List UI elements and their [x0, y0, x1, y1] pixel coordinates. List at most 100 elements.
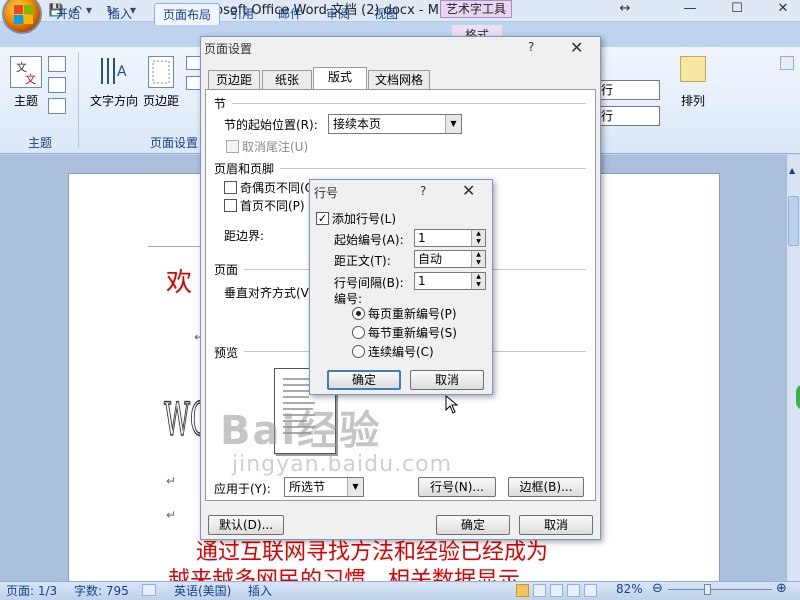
mouse-cursor-icon — [445, 394, 459, 415]
svg-text:A: A — [117, 64, 127, 80]
arrange-icon[interactable] — [680, 56, 706, 82]
restart-each-section-radio[interactable] — [352, 326, 365, 339]
print-layout-icon[interactable] — [516, 584, 529, 597]
spacing-before-field[interactable]: 行 — [596, 80, 660, 100]
svg-text:文: 文 — [16, 60, 27, 74]
spacing-after-field[interactable]: 行 — [596, 106, 660, 126]
add-line-numbers-label: 添加行号(L) — [332, 212, 397, 226]
zoom-level[interactable]: 82% — [616, 582, 643, 596]
from-edge-label: 距边界: — [224, 229, 265, 243]
line-numbers-ok-button[interactable]: 确定 — [327, 370, 401, 390]
section-heading: 节 — [214, 97, 227, 111]
text-direction-icon[interactable]: A — [96, 56, 130, 88]
tab-page-layout[interactable]: 页面布局 — [154, 3, 221, 25]
tab-home[interactable]: 开始 — [48, 3, 88, 25]
section-start-select[interactable]: 接续本页 ▼ — [328, 114, 462, 134]
from-text-input[interactable]: 自动 ▲ ▼ — [414, 250, 486, 268]
tab-mailings[interactable]: 邮件 — [270, 3, 310, 25]
tab-margins[interactable]: 页边距 — [208, 70, 260, 89]
resize-icon: ↔ — [619, 1, 631, 16]
scroll-up-icon[interactable]: ▲ — [789, 166, 799, 176]
start-at-input[interactable]: 1 ▲ ▼ — [414, 229, 486, 247]
section-start-value: 接续本页 — [333, 117, 382, 131]
zoom-slider-thumb[interactable] — [704, 584, 711, 595]
watermark-url: jingyan.baidu.com — [232, 452, 453, 477]
outline-icon[interactable] — [567, 584, 580, 597]
theme-colors-icon[interactable] — [48, 56, 66, 72]
count-by-input[interactable]: 1 ▲ ▼ — [414, 272, 486, 290]
suppress-endnotes-checkbox[interactable] — [226, 140, 239, 153]
page-heading: 页面 — [214, 263, 239, 277]
odd-even-label: 奇偶页不同(O) — [240, 181, 319, 195]
apply-to-value: 所选节 — [289, 480, 326, 494]
help-icon[interactable]: ? — [420, 184, 426, 198]
status-language[interactable]: 英语(美国) — [174, 582, 231, 599]
arrange-label[interactable]: 排列 — [674, 92, 712, 109]
close-icon[interactable]: ✕ — [570, 38, 583, 57]
add-line-numbers-checkbox[interactable]: ✓ — [316, 212, 329, 225]
tab-layout[interactable]: 版式 — [313, 67, 367, 89]
first-page-checkbox[interactable] — [224, 199, 237, 212]
theme-effects-icon[interactable] — [48, 98, 66, 114]
page-setup-title: 页面设置 — [204, 42, 253, 56]
group-label-theme: 主题 — [27, 136, 52, 150]
chevron-down-icon[interactable]: ▼ — [445, 115, 461, 133]
margins-icon[interactable] — [148, 56, 174, 88]
restart-each-section-label: 每节重新编号(S) — [368, 326, 457, 340]
cancel-button[interactable]: 取消 — [519, 515, 593, 535]
close-window-button[interactable]: ✕ — [768, 0, 798, 18]
restart-each-page-radio[interactable] — [352, 307, 365, 320]
help-icon[interactable]: ? — [528, 40, 534, 54]
from-text-label: 距正文(T): — [334, 254, 391, 268]
proofing-icon[interactable] — [142, 584, 156, 596]
line-numbers-button[interactable]: 行号(N)... — [418, 477, 496, 497]
maximize-button[interactable]: ☐ — [722, 0, 752, 18]
themes-button-label[interactable]: 主题 — [8, 92, 44, 109]
odd-even-checkbox[interactable] — [224, 181, 237, 194]
full-screen-reading-icon[interactable] — [533, 584, 546, 597]
theme-fonts-icon[interactable] — [48, 77, 66, 93]
chevron-down-icon[interactable]: ▼ — [347, 478, 363, 496]
zoom-in-icon[interactable]: ⊕ — [776, 581, 787, 596]
tab-review[interactable]: 审阅 — [318, 3, 358, 25]
status-insert-mode[interactable]: 插入 — [248, 582, 272, 599]
spinner-icon[interactable]: ▲ ▼ — [471, 273, 485, 289]
spacing-before-unit: 行 — [601, 83, 614, 97]
close-icon[interactable]: ✕ — [462, 181, 475, 200]
line-numbers-cancel-button[interactable]: 取消 — [410, 370, 484, 390]
minimize-button[interactable]: — — [675, 0, 705, 18]
spinner-icon[interactable]: ▲ ▼ — [471, 251, 485, 267]
tab-references[interactable]: 引用 — [222, 3, 262, 25]
continuous-radio[interactable] — [352, 345, 365, 358]
header-line — [148, 246, 208, 247]
tab-view[interactable]: 视图 — [366, 3, 406, 25]
count-by-value: 1 — [418, 274, 426, 288]
paragraph-mark: ↵ — [166, 508, 177, 522]
spinner-icon[interactable]: ▲ ▼ — [471, 230, 485, 246]
zoom-slider-track[interactable] — [668, 589, 772, 590]
tab-document-grid[interactable]: 文档网格 — [368, 70, 430, 89]
preview-heading: 预览 — [214, 346, 239, 360]
ok-button[interactable]: 确定 — [436, 515, 510, 535]
web-layout-icon[interactable] — [550, 584, 563, 597]
draft-icon[interactable] — [584, 584, 597, 597]
status-page[interactable]: 页面: 1/3 — [6, 582, 57, 599]
margins-label[interactable]: 页边距 — [140, 92, 182, 109]
text-direction-label[interactable]: 文字方向 — [88, 92, 140, 109]
status-word-count[interactable]: 字数: 795 — [74, 582, 129, 599]
section-start-label: 节的起始位置(R): — [224, 118, 318, 132]
start-at-label: 起始编号(A): — [334, 233, 404, 247]
zoom-out-icon[interactable]: ⊖ — [652, 581, 663, 596]
tab-paper[interactable]: 纸张 — [262, 70, 312, 89]
default-button[interactable]: 默认(D)... — [208, 515, 284, 535]
view-buttons[interactable] — [516, 584, 597, 597]
tab-insert[interactable]: 插入 — [100, 3, 140, 25]
svg-text:文: 文 — [25, 72, 36, 86]
ribbon-scroll-icon[interactable] — [780, 56, 794, 70]
themes-icon[interactable]: 文文 — [10, 56, 42, 88]
scrollbar-thumb[interactable] — [788, 196, 799, 246]
apply-to-select[interactable]: 所选节 ▼ — [284, 477, 364, 497]
from-text-value: 自动 — [418, 252, 443, 266]
borders-button[interactable]: 边框(B)... — [508, 477, 584, 497]
numbering-label: 编号: — [334, 292, 363, 306]
